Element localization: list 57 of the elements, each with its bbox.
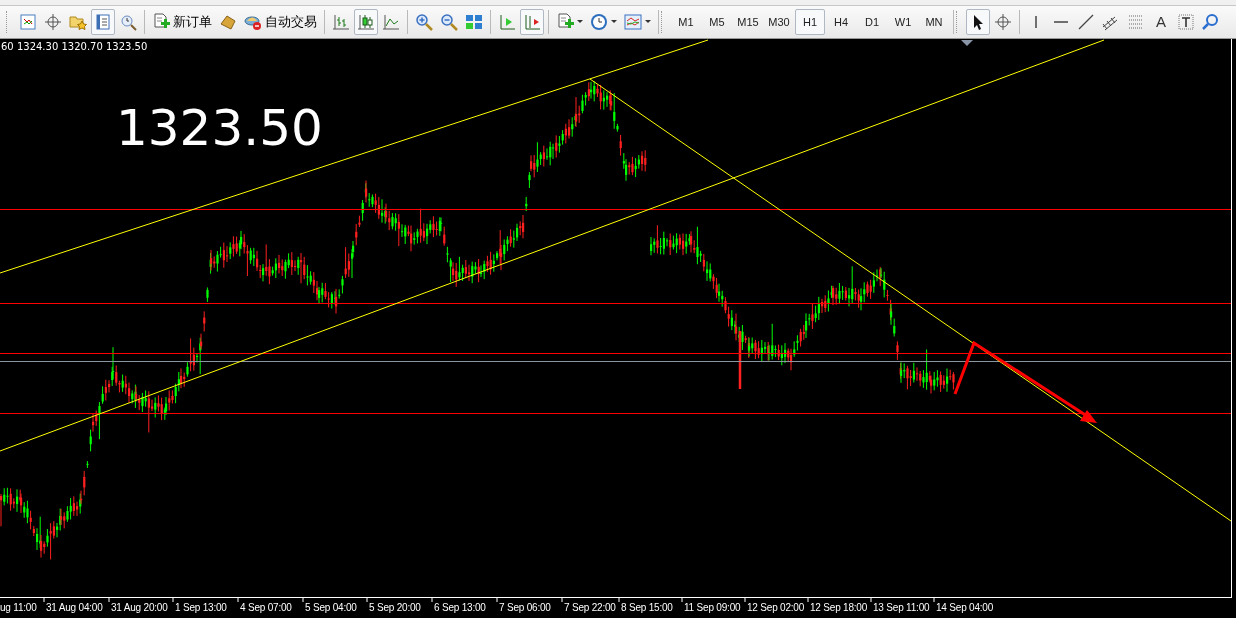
magnifier-clock-icon [119,12,137,31]
price-label: 1323.50 [116,98,323,157]
candles-button[interactable] [354,8,378,35]
time-label: 8 Sep 15:00 [621,602,673,614]
timeframe-button[interactable]: M15 [733,8,763,35]
time-label: 11 Sep 09:00 [684,602,741,614]
time-label: 13 Sep 11:00 [873,602,930,614]
price-info: 60 1324.30 1320.70 1323.50 [1,40,148,52]
trend-line-icon [1077,12,1095,31]
timeframe-button[interactable]: MN [919,8,949,35]
time-label: 1 Sep 13:00 [175,602,227,614]
timeframe-button[interactable]: M1 [671,8,701,35]
text-label-icon [1177,12,1195,31]
chart-shift-icon [523,12,541,31]
timeframe-button[interactable]: H1 [795,8,825,35]
time-label: 7 Sep 06:00 [499,602,551,614]
clock-icon [590,12,608,31]
time-label: 12 Sep 02:00 [747,602,805,614]
chart-template-icon [624,12,642,31]
chart-shift-button[interactable] [520,8,544,35]
document-plus-icon [556,12,574,31]
timeframe-button[interactable]: W1 [888,8,918,35]
horizontal-line-icon [1054,20,1068,23]
time-label: 14 Sep 04:00 [936,602,994,614]
cursor-button[interactable] [966,8,990,35]
time-label: 31 Aug 20:00 [111,602,168,614]
time-label: 7 Sep 22:00 [564,602,616,614]
zoom-out-icon [440,12,458,31]
bar-chart-icon [332,12,350,31]
timeframe-button[interactable]: H4 [826,8,856,35]
time-label: 6 Sep 13:00 [434,602,486,614]
time-label: 12 Sep 18:00 [810,602,868,614]
time-label: 31 Aug 04:00 [46,602,103,614]
timeframe-button[interactable]: M30 [764,8,794,35]
scroll-arrow-icon [498,12,516,31]
time-label: ug 11:00 [0,602,37,614]
grid-icon [465,12,483,31]
chart-window-icon [19,12,37,31]
timeframe-button[interactable]: M5 [702,8,732,35]
time-label: 5 Sep 20:00 [369,602,421,614]
line-chart-icon [382,12,400,31]
vertical-line-icon [1035,15,1037,28]
document-plus-icon [152,12,170,31]
zoom-in-icon [415,12,433,31]
crosshair-icon [994,12,1012,31]
timeframe-button[interactable]: D1 [857,8,887,35]
search-icon [1202,12,1220,31]
list-window-icon [94,12,112,31]
new-order-button[interactable]: 新订单 [149,8,215,35]
candlestick-icon [357,12,375,31]
navigator-button[interactable] [91,8,115,35]
crosshair-icon [44,12,62,31]
auto-trading-button[interactable]: 自动交易 [241,8,320,35]
fibonacci-icon [1127,12,1145,31]
time-label: 4 Sep 07:00 [240,602,292,614]
text-button[interactable]: A [1149,8,1173,35]
time-label: 5 Sep 04:00 [305,602,357,614]
